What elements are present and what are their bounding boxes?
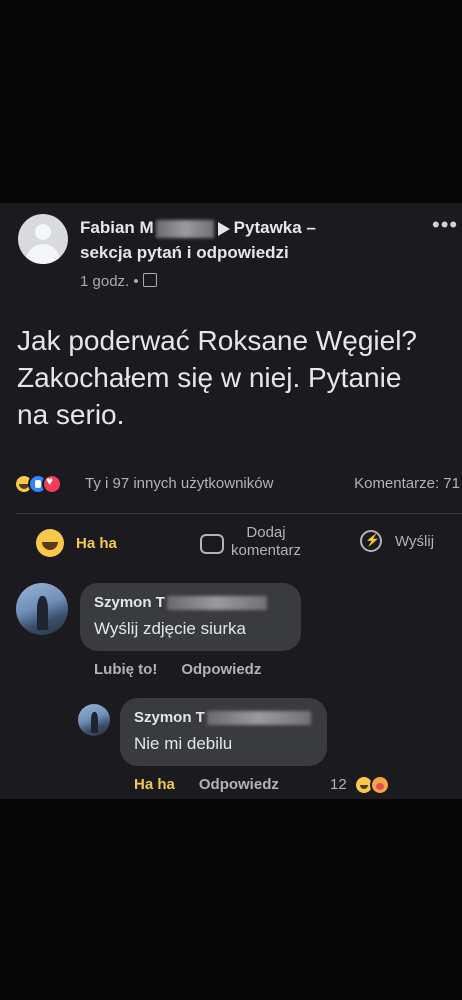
like-comment-button[interactable]: Lubię to!	[94, 661, 157, 678]
reply-author-avatar[interactable]	[78, 704, 110, 736]
comment-actions: Lubię to! Odpowiedz	[94, 661, 285, 678]
group-name[interactable]: Pytawka –	[234, 218, 316, 237]
add-comment-button[interactable]: Dodaj komentarz	[200, 524, 310, 564]
reply-reaction-count: 12	[330, 776, 347, 793]
haha-emoji-icon	[36, 529, 64, 557]
reactions-summary[interactable]: Ty i 97 innych użytkowników Komentarze: …	[14, 472, 462, 496]
group-name-continued[interactable]: sekcja pytań i odpowiedzi	[80, 243, 289, 263]
haha-reply-reaction-button[interactable]: Ha ha	[134, 776, 175, 793]
avatar-head	[35, 224, 51, 240]
reply-button[interactable]: Odpowiedz	[199, 776, 279, 793]
send-button[interactable]: Wyślij	[360, 530, 450, 558]
comment-author-name: Szymon T	[94, 594, 165, 611]
comment-author[interactable]: Szymon T	[94, 594, 267, 611]
haha-button-label: Ha ha	[76, 535, 117, 552]
comments-count[interactable]: Komentarze: 71	[354, 475, 460, 492]
reply-actions: Ha ha Odpowiedz	[134, 776, 303, 793]
commenter-avatar[interactable]	[16, 583, 68, 635]
author-avatar[interactable]	[18, 214, 68, 264]
reply-bubble: Szymon T Nie mi debilu	[120, 698, 327, 766]
love-reaction-icon	[42, 474, 62, 494]
post-meta: 1 godz. •	[80, 273, 157, 290]
reply-author[interactable]: Szymon T	[134, 709, 311, 726]
care-reaction-icon	[370, 775, 390, 795]
redacted-surname	[206, 711, 311, 726]
send-button-label: Wyślij	[395, 533, 435, 550]
post-header: Fabian M Pytawka –	[80, 218, 316, 238]
redacted-surname	[166, 596, 267, 611]
messenger-icon	[360, 530, 382, 552]
comment-icon	[200, 534, 224, 554]
comment-text: Wyślij zdjęcie siurka	[94, 619, 246, 638]
reactions-text[interactable]: Ty i 97 innych użytkowników	[85, 475, 273, 492]
avatar-body	[26, 244, 60, 264]
audience-icon[interactable]	[142, 273, 157, 287]
divider	[16, 513, 462, 514]
comment-bubble: Szymon T Wyślij zdjęcie siurka	[80, 583, 301, 651]
reply-button[interactable]: Odpowiedz	[181, 661, 261, 678]
comment-button-label: Dodaj komentarz	[230, 524, 302, 559]
redacted-surname	[155, 219, 214, 238]
post-time[interactable]: 1 godz. •	[80, 273, 139, 290]
reply-text: Nie mi debilu	[134, 734, 233, 753]
author-name[interactable]: Fabian M	[80, 218, 154, 237]
reply-author-name: Szymon T	[134, 709, 205, 726]
arrow-right-icon	[217, 221, 230, 236]
post-text: Jak poderwać Roksane Węgiel? Zakochałem …	[17, 325, 417, 430]
more-options-icon[interactable]: •••	[432, 214, 458, 236]
